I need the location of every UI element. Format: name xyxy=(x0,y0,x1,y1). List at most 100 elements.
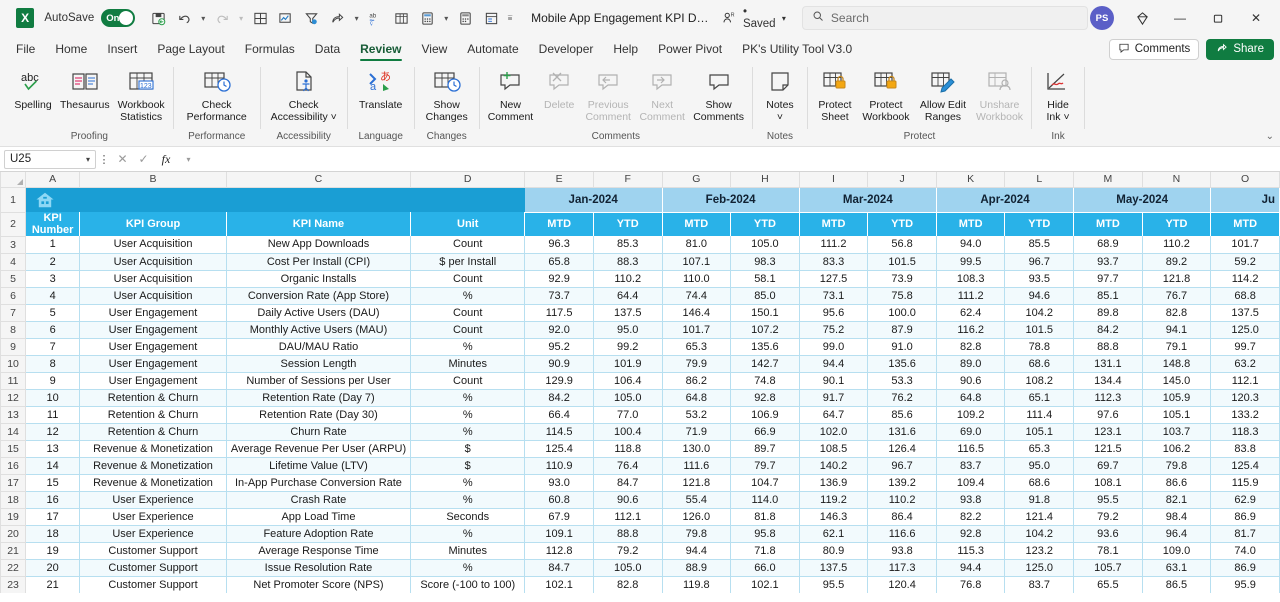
allow-edit-ranges-button[interactable]: Allow Edit Ranges xyxy=(914,64,972,123)
cell-unit[interactable]: % xyxy=(410,406,526,424)
cell-value-6[interactable]: 83.7 xyxy=(936,457,1006,475)
cell-value-8[interactable]: 84.2 xyxy=(1073,321,1143,339)
cell-value-4[interactable]: 111.2 xyxy=(799,236,869,254)
cell-kpi-group[interactable]: User Acquisition xyxy=(79,287,227,305)
cell-value-6[interactable]: 94.0 xyxy=(936,236,1006,254)
cell-kpi-number[interactable]: 18 xyxy=(25,525,81,543)
cell-kpi-number[interactable]: 8 xyxy=(25,355,81,373)
cell-value-9[interactable]: 89.2 xyxy=(1142,253,1212,271)
cell-value-4[interactable]: 95.6 xyxy=(799,304,869,322)
cell-kpi-group[interactable]: User Acquisition xyxy=(79,270,227,288)
cell-value-4[interactable]: 75.2 xyxy=(799,321,869,339)
cell-value-2[interactable]: 65.3 xyxy=(662,338,732,356)
cell-kpi-group[interactable]: Customer Support xyxy=(79,559,227,577)
cell-kpi-group[interactable]: Customer Support xyxy=(79,542,227,560)
cell-value-0[interactable]: 65.8 xyxy=(524,253,594,271)
cell-value-1[interactable]: 106.4 xyxy=(593,372,663,390)
cell-kpi-group[interactable]: Revenue & Monetization xyxy=(79,457,227,475)
cell-unit[interactable]: % xyxy=(410,491,526,509)
row-header-12[interactable]: 12 xyxy=(0,388,27,407)
cell-kpi-group[interactable]: User Acquisition xyxy=(79,253,227,271)
cell-value-7[interactable]: 94.6 xyxy=(1004,287,1075,305)
column-header-L[interactable]: L xyxy=(1004,172,1075,188)
undo-icon[interactable] xyxy=(172,5,196,31)
cell-value-9[interactable]: 76.7 xyxy=(1142,287,1212,305)
cell-value-2[interactable]: 64.8 xyxy=(662,389,732,407)
column-header-J[interactable]: J xyxy=(867,172,937,188)
cell-value-3[interactable]: 92.8 xyxy=(730,389,800,407)
cell-value-0[interactable]: 93.0 xyxy=(524,474,594,492)
cell-value-5[interactable]: 96.7 xyxy=(867,457,937,475)
collapse-ribbon-button[interactable]: ⌄ xyxy=(1266,131,1274,142)
cell-value-3[interactable]: 89.7 xyxy=(730,440,800,458)
cell-kpi-group[interactable]: Revenue & Monetization xyxy=(79,440,227,458)
row-header-2[interactable]: 2 xyxy=(0,211,27,237)
notes-button[interactable]: Notes ˅ xyxy=(757,64,803,123)
undo-caret[interactable]: ▾ xyxy=(198,14,208,23)
cell-kpi-group[interactable]: User Engagement xyxy=(79,304,227,322)
cell-value-4[interactable]: 136.9 xyxy=(799,474,869,492)
cell-value-3[interactable]: 106.9 xyxy=(730,406,800,424)
restore-button[interactable] xyxy=(1200,3,1236,33)
cell-kpi-group[interactable]: User Experience xyxy=(79,508,227,526)
show-comments-button[interactable]: Show Comments xyxy=(689,64,748,123)
cell-value-4[interactable]: 146.3 xyxy=(799,508,869,526)
calculator-caret[interactable]: ▾ xyxy=(441,14,451,23)
cell-kpi-number[interactable]: 7 xyxy=(25,338,81,356)
cell-value-8[interactable]: 78.1 xyxy=(1073,542,1143,560)
cell-value-10[interactable]: 74.0 xyxy=(1210,542,1280,560)
borders-icon[interactable] xyxy=(248,5,272,31)
cell-value-9[interactable]: 94.1 xyxy=(1142,321,1212,339)
cell-value-4[interactable]: 108.5 xyxy=(799,440,869,458)
cell-value-10[interactable]: 118.3 xyxy=(1210,423,1280,441)
cell-value-4[interactable]: 102.0 xyxy=(799,423,869,441)
cell-value-10[interactable]: 99.7 xyxy=(1210,338,1280,356)
cell-value-4[interactable]: 83.3 xyxy=(799,253,869,271)
cell-value-3[interactable]: 79.7 xyxy=(730,457,800,475)
cell-value-8[interactable]: 112.3 xyxy=(1073,389,1143,407)
cell-value-5[interactable]: 93.8 xyxy=(867,542,937,560)
diamond-icon[interactable] xyxy=(1124,3,1160,33)
translate-button[interactable]: aあ Translate xyxy=(352,64,410,112)
cell-value-8[interactable]: 88.8 xyxy=(1073,338,1143,356)
hide-ink-button[interactable]: Hide Ink ˅ xyxy=(1036,64,1080,123)
cell-value-6[interactable]: 69.0 xyxy=(936,423,1006,441)
cell-kpi-name[interactable]: Lifetime Value (LTV) xyxy=(226,457,412,475)
cell-unit[interactable]: Count xyxy=(410,236,526,254)
cell-value-2[interactable]: 146.4 xyxy=(662,304,732,322)
filter-icon[interactable] xyxy=(300,5,324,31)
cell-value-3[interactable]: 66.9 xyxy=(730,423,800,441)
cell-value-5[interactable]: 56.8 xyxy=(867,236,937,254)
column-header-K[interactable]: K xyxy=(935,172,1006,188)
cell-unit[interactable]: Score (-100 to 100) xyxy=(410,576,526,593)
cell-value-6[interactable]: 89.0 xyxy=(936,355,1006,373)
redo-icon[interactable] xyxy=(210,5,234,31)
cell-value-1[interactable]: 118.8 xyxy=(593,440,663,458)
avatar[interactable]: PS xyxy=(1090,6,1114,30)
cell-value-10[interactable]: 101.7 xyxy=(1210,236,1280,254)
row-header-7[interactable]: 7 xyxy=(0,303,27,322)
cell-value-1[interactable]: 88.8 xyxy=(593,525,663,543)
cell-value-5[interactable]: 76.2 xyxy=(867,389,937,407)
comments-button[interactable]: Comments xyxy=(1108,38,1200,60)
cell-kpi-name[interactable]: In-App Purchase Conversion Rate xyxy=(226,474,412,492)
cell-value-2[interactable]: 55.4 xyxy=(662,491,732,509)
cell-kpi-name[interactable]: New App Downloads xyxy=(226,236,412,254)
row-header-14[interactable]: 14 xyxy=(0,422,27,441)
cell-value-8[interactable]: 79.2 xyxy=(1073,508,1143,526)
cell-unit[interactable]: % xyxy=(410,559,526,577)
tab-review[interactable]: Review xyxy=(350,36,411,62)
cell-value-0[interactable]: 60.8 xyxy=(524,491,594,509)
cell-value-4[interactable]: 90.1 xyxy=(799,372,869,390)
cell-value-0[interactable]: 117.5 xyxy=(524,304,594,322)
cell-value-10[interactable]: 86.9 xyxy=(1210,559,1280,577)
tab-automate[interactable]: Automate xyxy=(457,36,528,62)
protect-sheet-button[interactable]: Protect Sheet xyxy=(812,64,858,123)
cell-value-3[interactable]: 114.0 xyxy=(730,491,800,509)
cell-value-2[interactable]: 53.2 xyxy=(662,406,732,424)
cell-unit[interactable]: % xyxy=(410,287,526,305)
cell-value-3[interactable]: 95.8 xyxy=(730,525,800,543)
cell-value-9[interactable]: 145.0 xyxy=(1142,372,1212,390)
row-header-8[interactable]: 8 xyxy=(0,320,27,339)
column-header-N[interactable]: N xyxy=(1141,172,1212,188)
